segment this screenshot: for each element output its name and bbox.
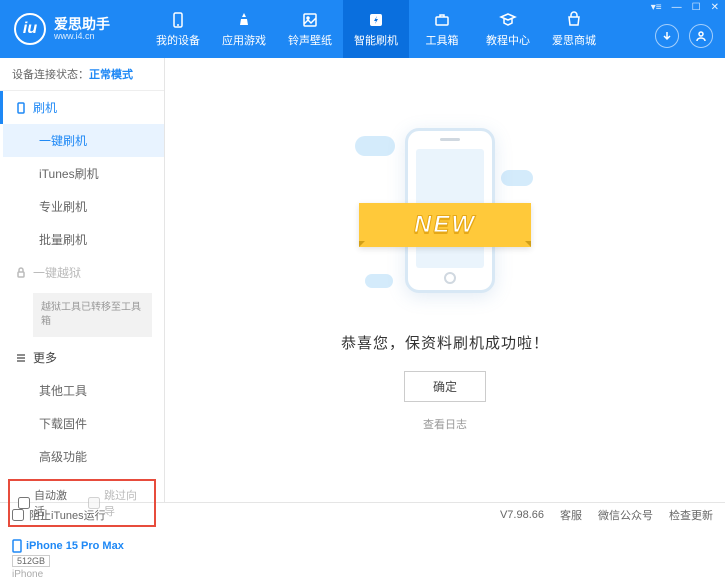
tutorial-icon bbox=[499, 11, 517, 29]
nav-label: 我的设备 bbox=[156, 32, 200, 48]
footer-link-update[interactable]: 检查更新 bbox=[669, 507, 713, 523]
media-icon bbox=[301, 11, 319, 29]
sidebar-item-advanced[interactable]: 高级功能 bbox=[3, 440, 164, 473]
nav-apps-games[interactable]: 应用游戏 bbox=[211, 0, 277, 58]
device-icon bbox=[169, 11, 187, 29]
download-button[interactable] bbox=[655, 24, 679, 48]
user-button[interactable] bbox=[689, 24, 713, 48]
sidebar: 设备连接状态：正常模式 刷机 一键刷机 iTunes刷机 专业刷机 批量刷机 一… bbox=[0, 58, 165, 502]
list-icon bbox=[15, 352, 27, 364]
sidebar-item-one-click-flash[interactable]: 一键刷机 bbox=[3, 124, 164, 157]
sidebar-item-batch-flash[interactable]: 批量刷机 bbox=[3, 223, 164, 256]
app-title: 爱思助手 bbox=[54, 17, 110, 31]
nav-label: 铃声壁纸 bbox=[288, 32, 332, 48]
nav-my-device[interactable]: 我的设备 bbox=[145, 0, 211, 58]
apps-icon bbox=[235, 11, 253, 29]
confirm-button[interactable]: 确定 bbox=[404, 371, 486, 402]
new-banner: NEW bbox=[359, 203, 531, 247]
logo-area: iu 爱思助手 www.i4.cn bbox=[0, 13, 145, 45]
sidebar-group-jailbreak[interactable]: 一键越狱 bbox=[3, 256, 164, 289]
maximize-button[interactable]: ☐ bbox=[692, 2, 701, 13]
block-itunes-checkbox[interactable]: 阻止iTunes运行 bbox=[12, 507, 106, 523]
footer-link-wechat[interactable]: 微信公众号 bbox=[598, 507, 653, 523]
device-storage: 512GB bbox=[12, 555, 50, 567]
view-log-link[interactable]: 查看日志 bbox=[423, 416, 467, 432]
window-controls: ▾≡ — ☐ ✕ bbox=[651, 2, 719, 13]
device-info: iPhone 15 Pro Max 512GB iPhone bbox=[0, 533, 164, 586]
sidebar-group-flash[interactable]: 刷机 bbox=[0, 91, 164, 124]
menu-icon[interactable]: ▾≡ bbox=[651, 2, 662, 13]
flash-icon bbox=[367, 11, 385, 29]
nav-label: 爱思商城 bbox=[552, 32, 596, 48]
jailbreak-notice: 越狱工具已转移至工具箱 bbox=[33, 293, 152, 337]
app-subtitle: www.i4.cn bbox=[54, 31, 110, 42]
sidebar-group-more[interactable]: 更多 bbox=[3, 341, 164, 374]
minimize-button[interactable]: — bbox=[672, 2, 682, 13]
sidebar-item-pro-flash[interactable]: 专业刷机 bbox=[3, 190, 164, 223]
phone-icon bbox=[12, 539, 22, 553]
footer-link-support[interactable]: 客服 bbox=[560, 507, 582, 523]
nav-label: 智能刷机 bbox=[354, 32, 398, 48]
sidebar-item-other-tools[interactable]: 其他工具 bbox=[3, 374, 164, 407]
app-header: iu 爱思助手 www.i4.cn 我的设备 应用游戏 铃声壁纸 智能刷机 工具… bbox=[0, 0, 725, 58]
nav-toolbox[interactable]: 工具箱 bbox=[409, 0, 475, 58]
sidebar-item-download-firmware[interactable]: 下载固件 bbox=[3, 407, 164, 440]
sidebar-item-itunes-flash[interactable]: iTunes刷机 bbox=[3, 157, 164, 190]
nav-smart-flash[interactable]: 智能刷机 bbox=[343, 0, 409, 58]
success-message: 恭喜您，保资料刷机成功啦！ bbox=[341, 332, 549, 353]
nav-store[interactable]: 爱思商城 bbox=[541, 0, 607, 58]
main-content: NEW 恭喜您，保资料刷机成功啦！ 确定 查看日志 bbox=[165, 58, 725, 502]
connection-status: 设备连接状态：正常模式 bbox=[0, 58, 164, 91]
success-illustration: NEW bbox=[365, 108, 525, 308]
toolbox-icon bbox=[433, 11, 451, 29]
version-label: V7.98.66 bbox=[500, 509, 544, 521]
close-button[interactable]: ✕ bbox=[711, 2, 719, 13]
nav-label: 应用游戏 bbox=[222, 32, 266, 48]
device-name[interactable]: iPhone 15 Pro Max bbox=[12, 539, 152, 553]
main-nav: 我的设备 应用游戏 铃声壁纸 智能刷机 工具箱 教程中心 爱思商城 bbox=[145, 0, 725, 58]
lock-icon bbox=[15, 267, 27, 279]
nav-label: 工具箱 bbox=[426, 32, 459, 48]
phone-icon bbox=[15, 102, 27, 114]
logo-icon: iu bbox=[14, 13, 46, 45]
store-icon bbox=[565, 11, 583, 29]
nav-tutorials[interactable]: 教程中心 bbox=[475, 0, 541, 58]
device-type: iPhone bbox=[12, 569, 152, 580]
nav-ringtone-wallpaper[interactable]: 铃声壁纸 bbox=[277, 0, 343, 58]
nav-label: 教程中心 bbox=[486, 32, 530, 48]
